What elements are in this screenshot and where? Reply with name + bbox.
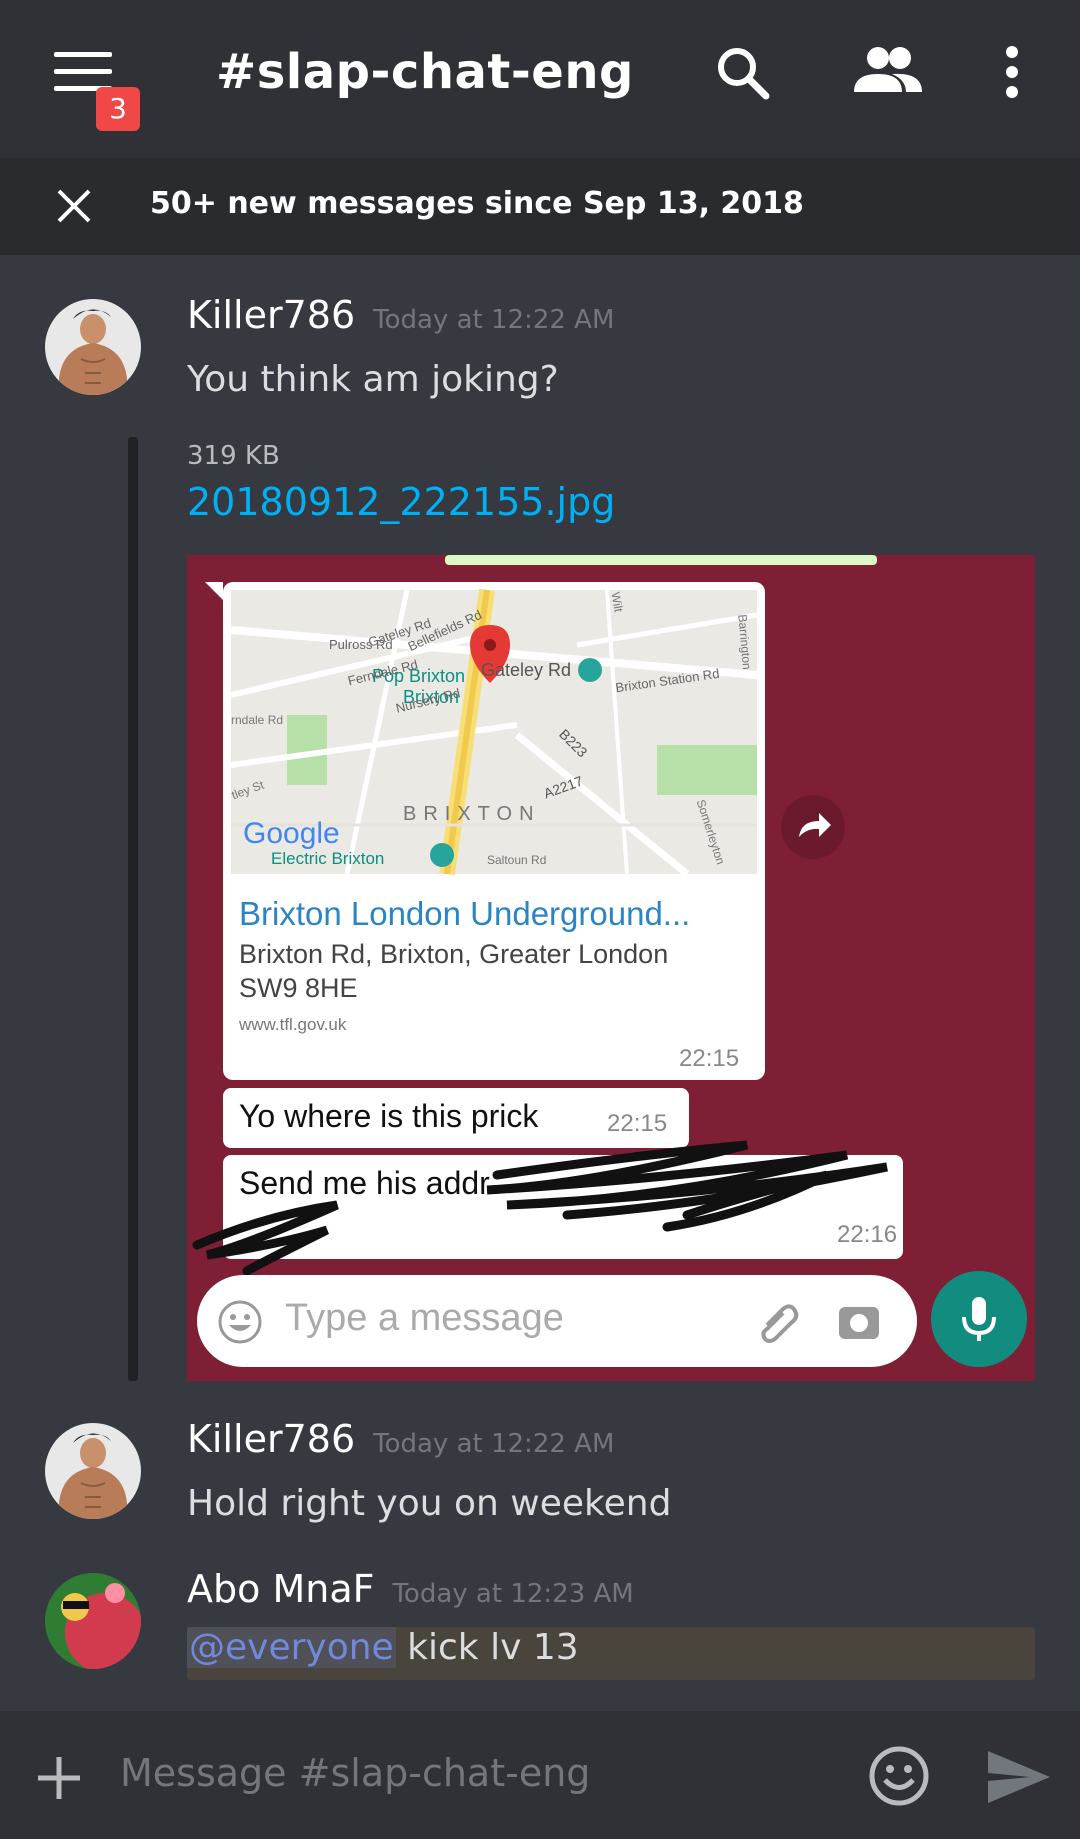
send-icon[interactable] [986,1749,1052,1805]
avatar[interactable] [45,1573,141,1669]
notification-badge: 3 [96,87,140,131]
mention-everyone[interactable]: @everyone [187,1627,396,1668]
add-icon[interactable] [36,1755,82,1801]
whatsapp-input: Type a message [197,1275,917,1367]
message-composer: Message #slap-chat-eng [0,1711,1080,1839]
message-text: You think am joking? [187,359,559,400]
app-header: 3 #slap-chat-eng [0,0,1080,158]
new-messages-text: 50+ new messages since Sep 13, 2018 [150,186,804,221]
members-icon[interactable] [852,44,924,98]
avatar[interactable] [45,299,141,395]
redaction-scribble [192,1140,888,1276]
attach-icon [761,1304,799,1343]
message-author[interactable]: Killer786 Today at 12:22 AM [187,1417,614,1461]
camera-icon [839,1307,879,1339]
message-timestamp: Today at 12:23 AM [392,1579,634,1609]
emoji-icon[interactable] [868,1745,930,1807]
message-author[interactable]: Abo MnaF Today at 12:23 AM [187,1567,634,1611]
message-timestamp: Today at 12:22 AM [373,305,615,335]
avatar[interactable] [45,1423,141,1519]
message-text: Hold right you on weekend [187,1483,672,1524]
message-author[interactable]: Killer786 Today at 12:22 AM [187,293,614,337]
close-icon[interactable] [54,186,94,226]
mention-highlight: @everyone kick lv 13 [187,1627,1035,1680]
message-text: kick lv 13 [395,1627,579,1668]
message-timestamp: Today at 12:22 AM [373,1429,615,1459]
channel-title: #slap-chat-eng [216,44,634,100]
mic-icon [931,1271,1027,1367]
emoji-icon [218,1300,262,1344]
new-messages-bar[interactable]: 50+ new messages since Sep 13, 2018 [0,158,1080,255]
more-options-icon[interactable] [1002,44,1022,100]
attachment-filename[interactable]: 20180912_222155.jpg [187,480,615,524]
message-input[interactable]: Message #slap-chat-eng [120,1751,590,1795]
search-icon[interactable] [714,44,772,102]
attachment-size: 319 KB [187,441,280,471]
attachment-bar [128,437,138,1381]
whatsapp-input-placeholder: Type a message [285,1297,564,1339]
attachment-image[interactable]: Gateley Rd Pop Brixton Brixton Gateley R… [187,555,1035,1381]
